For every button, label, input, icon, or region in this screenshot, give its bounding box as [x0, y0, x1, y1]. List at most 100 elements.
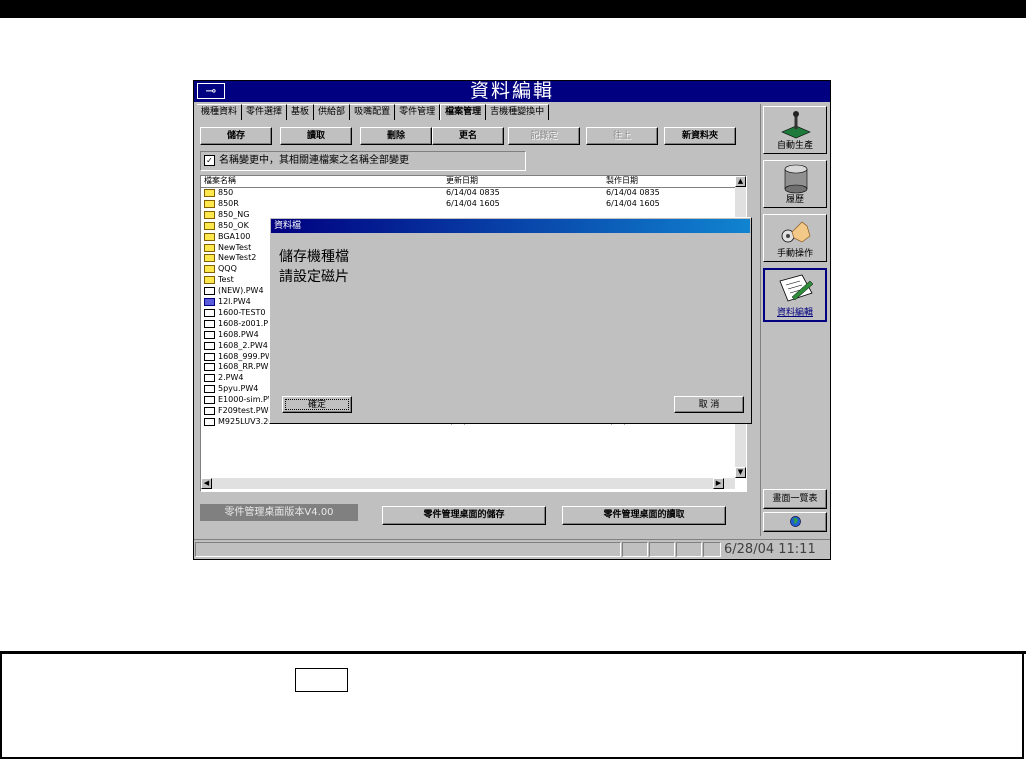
- sidebar-item-data-edit[interactable]: 資料編輯: [763, 268, 827, 322]
- dialog-cancel-button[interactable]: 取 消: [674, 396, 744, 413]
- file-icon: [204, 341, 215, 350]
- file-icon: [204, 417, 215, 426]
- sidebar-label: 自動生產: [776, 141, 813, 151]
- folder-icon: [204, 243, 215, 252]
- scroll-down-icon[interactable]: ▼: [735, 467, 746, 478]
- file-row[interactable]: 850R 6/14/04 1605 6/14/04 1605: [201, 199, 741, 210]
- joystick-icon: [781, 111, 811, 139]
- new-folder-button[interactable]: 新資料夾: [664, 127, 736, 145]
- scroll-left-icon[interactable]: ◀: [201, 478, 212, 489]
- file-icon: [204, 385, 215, 394]
- scroll-up-icon[interactable]: ▲: [735, 176, 746, 187]
- folder-icon: [204, 265, 215, 274]
- status-cell: [195, 542, 621, 557]
- column-header-name[interactable]: 檔案名稱: [204, 176, 236, 186]
- file-updated: 6/14/04 1605: [446, 198, 500, 208]
- edit-document-icon: [779, 274, 814, 302]
- sidebar-label: 履歷: [785, 195, 804, 205]
- file-name: NewTest: [218, 242, 252, 252]
- file-name: 850_NG: [218, 209, 250, 219]
- desktop-read-button[interactable]: 零件管理桌面的讀取: [562, 506, 726, 525]
- read-button[interactable]: 讀取: [280, 127, 352, 145]
- dialog-message-line2: 請設定磁片: [279, 269, 349, 285]
- folder-icon: [204, 232, 215, 241]
- tab-5[interactable]: 零件管理: [395, 104, 441, 120]
- column-header-updated[interactable]: 更新日期: [446, 176, 478, 186]
- file-name: (NEW).PW4: [218, 286, 264, 296]
- note-key-box: [295, 668, 348, 692]
- globe-icon: [789, 516, 801, 527]
- status-cell: [703, 542, 721, 557]
- folder-icon: [204, 210, 215, 219]
- file-icon: [204, 396, 215, 405]
- folder-icon: [204, 199, 215, 208]
- file-name: 2.PW4: [218, 373, 244, 383]
- tab-2[interactable]: 基板: [287, 104, 315, 120]
- status-cell: [649, 542, 675, 557]
- sidebar-label: 資料編輯: [776, 308, 813, 318]
- memo-button[interactable]: 記錄定: [508, 127, 580, 145]
- rename-button[interactable]: 更名: [432, 127, 504, 145]
- window-title: 資料編輯: [469, 80, 554, 102]
- key-icon[interactable]: ⊸: [197, 83, 225, 99]
- screen-list-button[interactable]: 畫面一覽表: [763, 489, 827, 509]
- tab-1[interactable]: 零件選擇: [242, 104, 288, 120]
- folder-icon: [204, 221, 215, 230]
- rename-related-checkbox[interactable]: ✓: [204, 154, 215, 166]
- file-name: 850R: [218, 198, 239, 208]
- sidebar-item-history[interactable]: 履歷: [763, 160, 827, 208]
- file-icon: [204, 363, 215, 372]
- title-bar: 資料編輯 ⊸: [194, 81, 830, 102]
- save-button[interactable]: 儲存: [200, 127, 272, 145]
- file-name: BGA100: [218, 231, 251, 241]
- file-name: Test: [218, 275, 234, 285]
- globe-button[interactable]: [763, 512, 827, 532]
- sidebar: 自動生產 履歷 手動操作 資料編輯 畫面一覽表: [760, 104, 829, 536]
- database-icon: [784, 164, 808, 194]
- save-dialog: 資料檔 儲存機種檔 請設定磁片 確定 取 消: [269, 217, 752, 424]
- rename-related-label: 名稱變更中，其相關連檔案之名稱全部變更: [219, 155, 409, 166]
- file-name: 12l.PW4: [218, 297, 251, 306]
- file-icon: [204, 374, 215, 383]
- tab-7[interactable]: 吉機種變換中: [486, 104, 550, 120]
- desktop-save-button[interactable]: 零件管理桌面的儲存: [382, 506, 546, 525]
- rename-related-checkbox-row[interactable]: ✓ 名稱變更中，其相關連檔案之名稱全部變更: [200, 151, 526, 171]
- sidebar-item-auto-production[interactable]: 自動生產: [763, 106, 827, 154]
- column-header-created[interactable]: 製作日期: [606, 176, 638, 186]
- tab-strip: 機種資料 零件選擇 基板 供給部 吸嘴配置 零件管理 檔案管理 吉機種變換中: [197, 104, 550, 120]
- dialog-ok-button[interactable]: 確定: [282, 396, 352, 413]
- folder-icon: [204, 254, 215, 263]
- file-name: NewTest2: [218, 253, 257, 263]
- scroll-right-icon[interactable]: ▶: [713, 478, 724, 489]
- sidebar-item-manual-operation[interactable]: 手動操作: [763, 214, 827, 262]
- status-cell: [676, 542, 702, 557]
- file-icon: [204, 298, 215, 306]
- file-icon: [204, 330, 215, 339]
- top-rule: [0, 0, 1026, 18]
- horizontal-scrollbar[interactable]: ◀ ▶: [201, 478, 735, 489]
- file-name: F209test.PW4: [218, 406, 274, 415]
- tab-0[interactable]: 機種資料: [197, 104, 243, 120]
- up-button[interactable]: 往上: [586, 127, 658, 145]
- file-name: 1608_RR.PW: [218, 362, 269, 372]
- file-name: 5pyu.PW4: [218, 384, 259, 394]
- delete-button[interactable]: 刪除: [360, 127, 432, 145]
- tab-4[interactable]: 吸嘴配置: [350, 104, 396, 120]
- file-name: 850: [218, 188, 234, 197]
- file-created: 6/14/04 0835: [606, 188, 660, 197]
- file-row[interactable]: 850 6/14/04 0835 6/14/04 0835: [201, 188, 741, 199]
- dialog-title: 資料檔: [271, 219, 750, 233]
- version-label: 零件管理桌面版本V4.00: [200, 504, 358, 521]
- file-list-header: 檔案名稱 更新日期 製作日期: [201, 176, 741, 188]
- sidebar-label: 手動操作: [776, 249, 813, 259]
- file-name: 1608-z001.P: [218, 318, 269, 328]
- file-name: 1608_999.PW: [218, 351, 273, 361]
- tab-6[interactable]: 檔案管理: [440, 104, 487, 120]
- file-icon: [204, 287, 215, 296]
- file-name: 850_OK: [218, 220, 249, 230]
- tab-3[interactable]: 供給部: [314, 104, 351, 120]
- dialog-message-line1: 儲存機種檔: [279, 249, 349, 265]
- file-name: 1608_2.PW4: [218, 340, 268, 350]
- file-updated: 6/14/04 0835: [446, 188, 500, 197]
- file-icon: [204, 407, 215, 415]
